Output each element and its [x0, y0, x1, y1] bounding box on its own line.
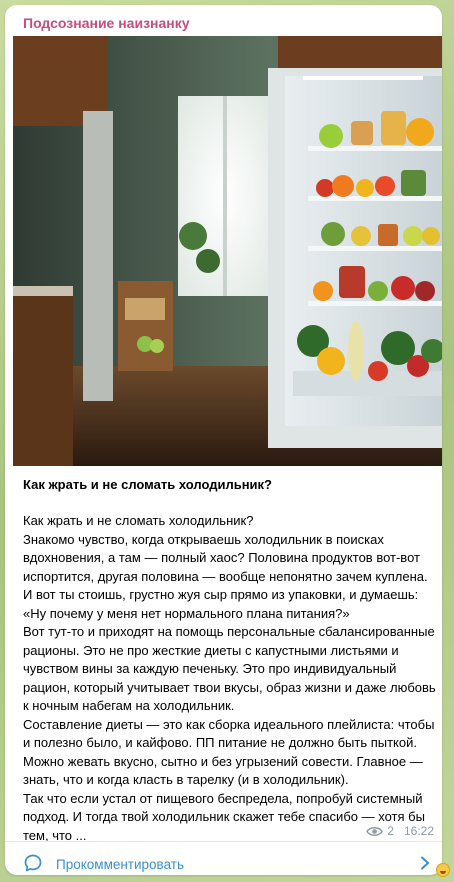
- message-card: Подсознание наизнанку Как жрать и не сло…: [5, 5, 442, 875]
- post-body: Как жрать и не сломать холодильник? Знак…: [23, 513, 436, 843]
- fridge-photo-illustration: [13, 36, 442, 466]
- message-meta: 2 16:22: [366, 824, 434, 838]
- view-count: 2: [387, 824, 394, 838]
- emoji-icon[interactable]: [436, 863, 450, 877]
- chevron-right-icon: [421, 856, 429, 870]
- eye-icon: [366, 826, 384, 836]
- comment-bubble-icon: [24, 854, 42, 872]
- post-title: Как жрать и не сломать холодильник?: [23, 477, 272, 492]
- comment-label: Прокомментировать: [56, 857, 184, 872]
- comment-button[interactable]: Прокомментировать: [5, 842, 442, 875]
- channel-name[interactable]: Подсознание наизнанку: [23, 15, 190, 31]
- post-photo[interactable]: [13, 36, 442, 466]
- message-time: 16:22: [403, 824, 434, 838]
